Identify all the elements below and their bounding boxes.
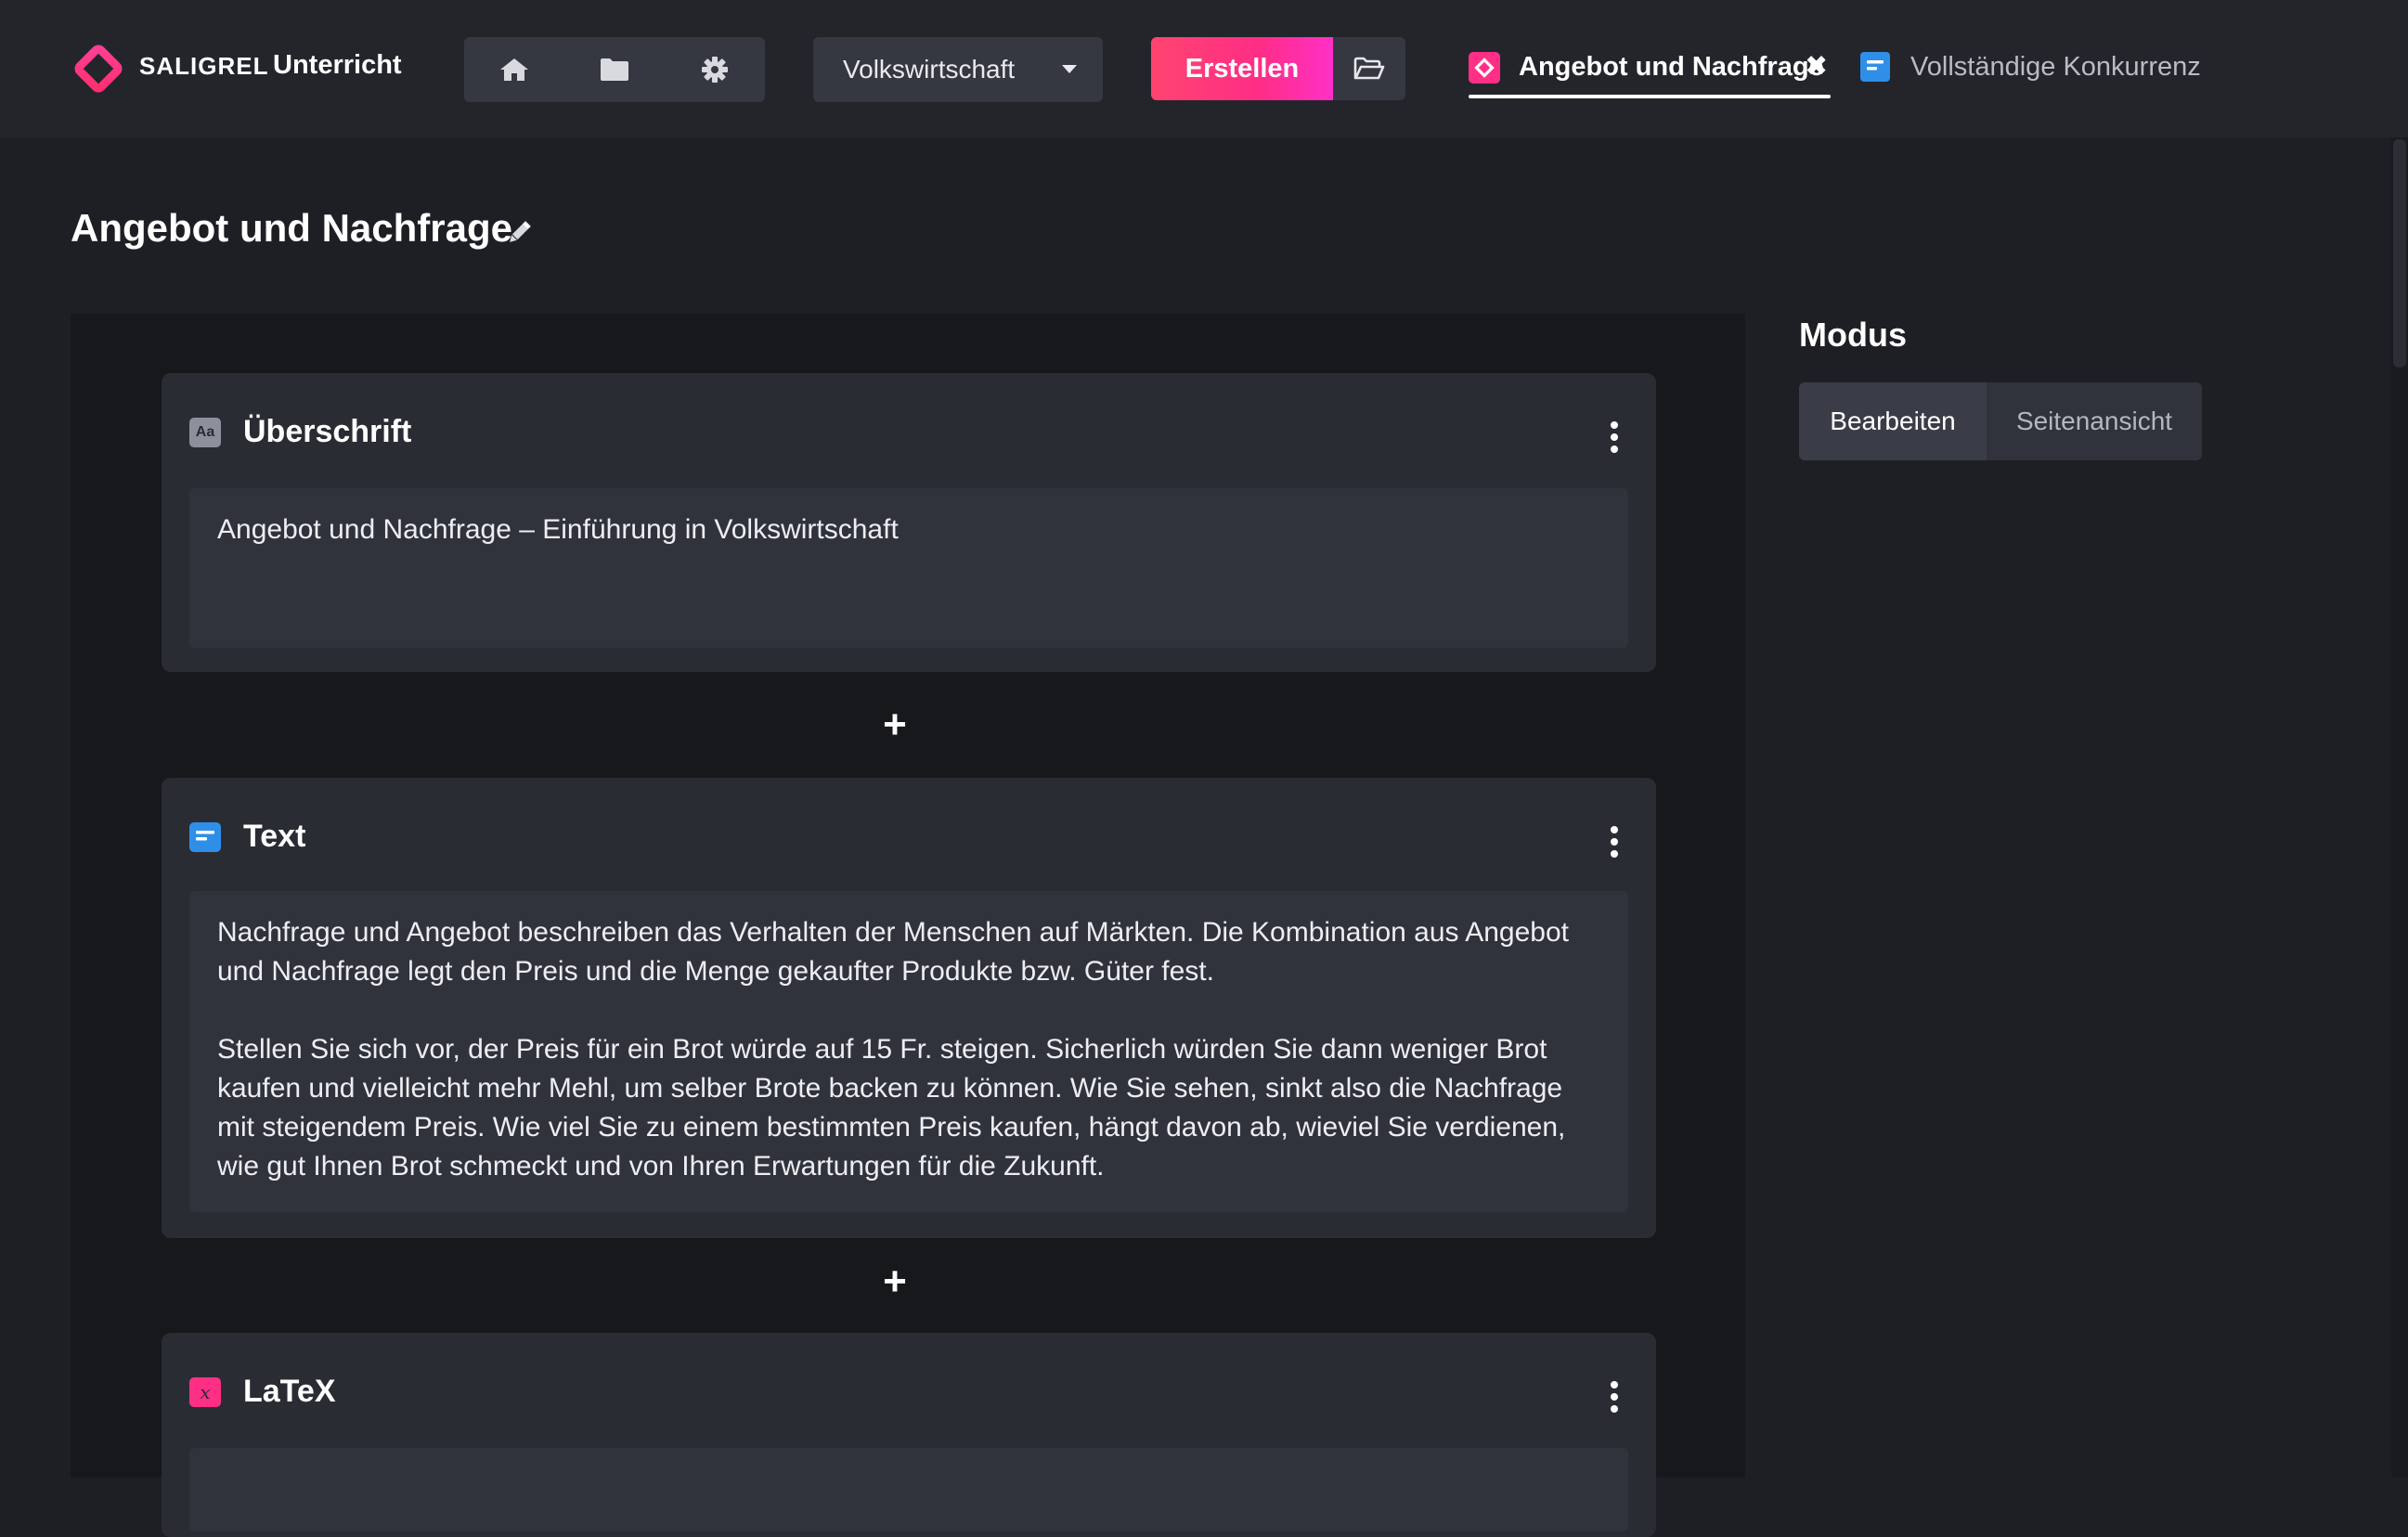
nav-icon-bar bbox=[464, 37, 765, 102]
folder-open-icon bbox=[1353, 57, 1385, 80]
brand-name: SALIGREL bbox=[139, 52, 269, 80]
mode-toggle: Bearbeiten Seitenansicht bbox=[1799, 382, 2202, 460]
home-icon bbox=[500, 58, 528, 81]
text-block-icon bbox=[1860, 52, 1890, 82]
home-button[interactable] bbox=[473, 37, 556, 102]
block-header: x LaTeX bbox=[189, 1370, 1628, 1414]
text-block: Text Nachfrage und Angebot beschreiben d… bbox=[162, 778, 1656, 1238]
brand-subtitle: Unterricht bbox=[273, 50, 402, 80]
subject-select[interactable]: Volkswirtschaft bbox=[813, 37, 1103, 102]
active-tab-indicator bbox=[1469, 95, 1831, 98]
latex-block: x LaTeX bbox=[162, 1333, 1656, 1537]
scrollbar-thumb[interactable] bbox=[2393, 139, 2406, 368]
text-paragraph: Nachfrage und Angebot beschreiben das Ve… bbox=[217, 917, 1569, 987]
heading-icon: Aa bbox=[189, 418, 221, 447]
latex-icon-label: x bbox=[200, 1381, 211, 1403]
latex-icon: x bbox=[189, 1377, 221, 1407]
top-bar: SALIGREL Unterricht Volkswirtschaft Erst… bbox=[0, 0, 2408, 137]
mode-edit-button[interactable]: Bearbeiten bbox=[1799, 382, 1987, 460]
chevron-down-icon bbox=[1062, 65, 1077, 73]
mode-page-view-button[interactable]: Seitenansicht bbox=[1987, 382, 2202, 460]
settings-button[interactable] bbox=[673, 37, 757, 102]
block-title: LaTeX bbox=[243, 1374, 336, 1409]
add-block-button[interactable]: + bbox=[876, 1259, 913, 1305]
text-input[interactable]: Nachfrage und Angebot beschreiben das Ve… bbox=[189, 891, 1628, 1212]
app-logo-icon bbox=[1469, 52, 1500, 84]
heading-text: Angebot und Nachfrage – Einführung in Vo… bbox=[217, 514, 899, 545]
folder-button[interactable] bbox=[573, 37, 656, 102]
heading-block: Aa Überschrift Angebot und Nachfrage – E… bbox=[162, 373, 1656, 672]
tab-label: Vollständige Konkurrenz bbox=[1910, 52, 2201, 82]
text-paragraph: Stellen Sie sich vor, der Preis für ein … bbox=[217, 1034, 1566, 1182]
create-button[interactable]: Erstellen bbox=[1151, 37, 1333, 100]
block-header: Aa Überschrift bbox=[189, 410, 1628, 455]
text-block-icon bbox=[189, 822, 221, 852]
block-header: Text bbox=[189, 815, 1628, 859]
editor-canvas: Aa Überschrift Angebot und Nachfrage – E… bbox=[71, 314, 1745, 1537]
open-button[interactable] bbox=[1333, 37, 1405, 100]
gear-icon bbox=[702, 57, 728, 83]
more-options-icon[interactable] bbox=[1600, 1381, 1628, 1413]
subject-select-value: Volkswirtschaft bbox=[843, 55, 1016, 84]
latex-input[interactable] bbox=[189, 1448, 1628, 1531]
heading-icon-label: Aa bbox=[195, 424, 215, 440]
close-icon[interactable]: ✖ bbox=[1805, 50, 1828, 83]
heading-input[interactable]: Angebot und Nachfrage – Einführung in Vo… bbox=[189, 488, 1628, 648]
folder-icon bbox=[601, 58, 628, 81]
tab-label: Angebot und Nachfrage bbox=[1519, 52, 1824, 82]
more-options-icon[interactable] bbox=[1600, 826, 1628, 858]
page-title: Angebot und Nachfrage bbox=[71, 206, 513, 250]
mode-title: Modus bbox=[1799, 316, 1907, 354]
add-block-button[interactable]: + bbox=[876, 702, 913, 748]
more-options-icon[interactable] bbox=[1600, 421, 1628, 453]
pencil-icon[interactable] bbox=[505, 219, 533, 247]
block-title: Überschrift bbox=[243, 414, 412, 449]
block-title: Text bbox=[243, 819, 306, 854]
app-logo-icon[interactable] bbox=[71, 43, 126, 95]
